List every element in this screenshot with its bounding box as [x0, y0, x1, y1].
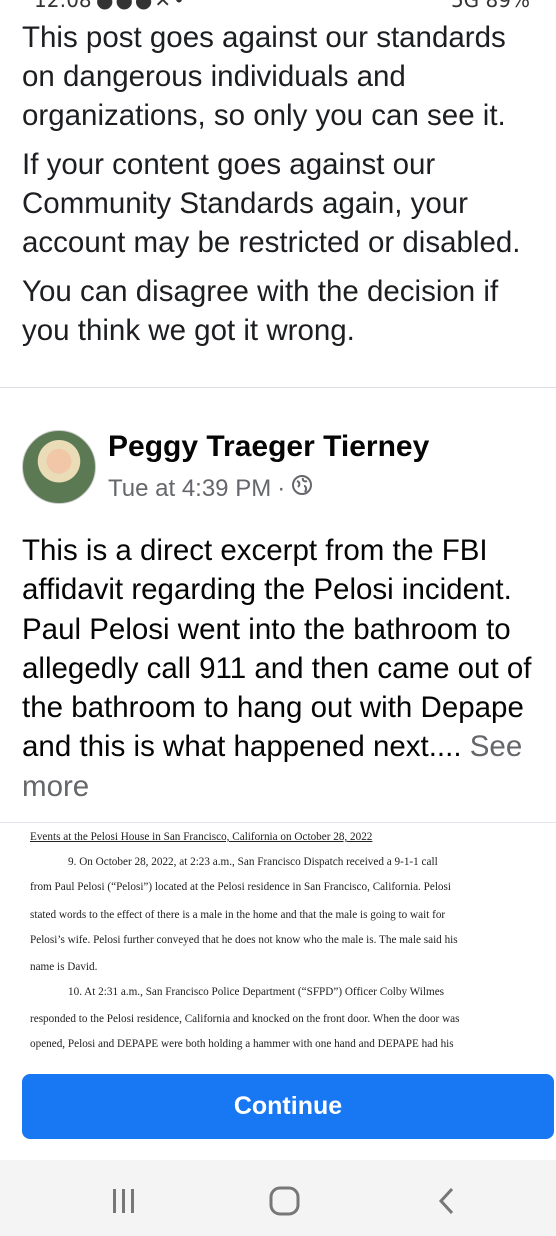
- excerpt-heading: Events at the Pelosi House in San Franci…: [30, 831, 373, 843]
- policy-notice: This post goes against our standards on …: [22, 18, 542, 360]
- battery-level: 89%: [485, 0, 530, 12]
- post-meta: Tue at 4:39 PM ·: [108, 474, 313, 503]
- divider: [0, 387, 556, 388]
- notice-paragraph: If your content goes against our Communi…: [22, 148, 521, 259]
- excerpt-line: stated words to the effect of there is a…: [30, 909, 446, 921]
- excerpt-line: name is David.: [30, 961, 98, 973]
- system-nav-bar: [0, 1160, 556, 1236]
- post-body: This is a direct excerpt from the FBI af…: [22, 531, 552, 806]
- signal-label: 5G: [450, 0, 480, 12]
- excerpt-line: Pelosi’s wife. Pelosi further conveyed t…: [30, 934, 458, 946]
- notification-icons: ●●●✕•: [96, 0, 187, 12]
- excerpt-line: 10. At 2:31 a.m., San Francisco Police D…: [68, 986, 445, 998]
- post-time[interactable]: Tue at 4:39 PM: [108, 475, 271, 503]
- author-avatar[interactable]: [22, 430, 96, 504]
- notice-paragraph: This post goes against our standards on …: [22, 21, 506, 132]
- excerpt-line: from Paul Pelosi (“Pelosi”) located at t…: [30, 881, 451, 893]
- continue-button[interactable]: Continue: [22, 1074, 554, 1139]
- status-bar: 12:08 ●●●✕• 5G 89%: [0, 0, 556, 14]
- home-icon[interactable]: [268, 1186, 302, 1221]
- status-right: 5G 89%: [451, 0, 530, 12]
- affidavit-image[interactable]: Events at the Pelosi House in San Franci…: [0, 822, 556, 1063]
- excerpt-line: 9. On October 28, 2022, at 2:23 a.m., Sa…: [68, 856, 438, 868]
- excerpt-line: responded to the Pelosi residence, Calif…: [30, 1013, 460, 1025]
- status-time: 12:08: [34, 0, 92, 12]
- excerpt-line: opened, Pelosi and DEPAPE were both hold…: [30, 1038, 454, 1050]
- notice-paragraph: You can disagree with the decision if yo…: [22, 275, 499, 347]
- back-icon[interactable]: [432, 1186, 462, 1221]
- author-name[interactable]: Peggy Traeger Tierney: [108, 430, 429, 464]
- meta-separator: ·: [277, 474, 286, 502]
- post-body-text: This is a direct excerpt from the FBI af…: [22, 534, 532, 764]
- recent-apps-icon[interactable]: [108, 1186, 140, 1221]
- globe-icon: [291, 474, 313, 503]
